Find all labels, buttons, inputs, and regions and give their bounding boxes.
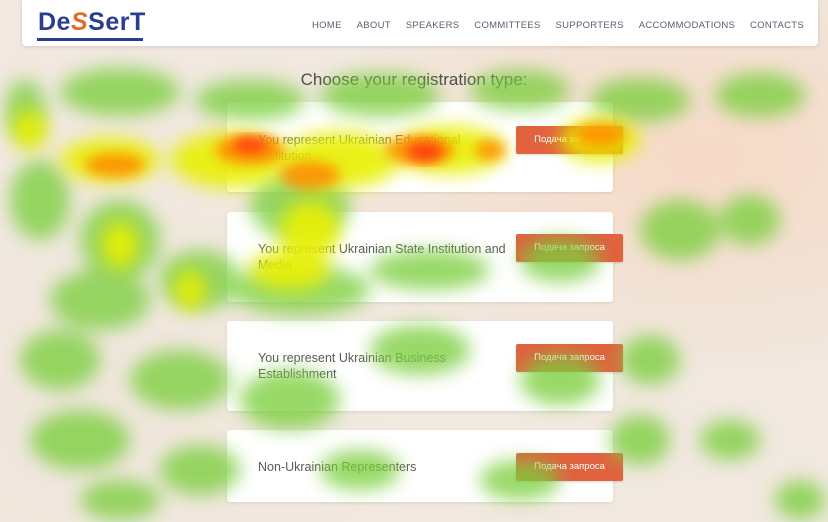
registration-card-business: You represent Ukrainian Business Establi…	[227, 321, 623, 411]
logo-underline	[37, 38, 143, 41]
logo-part-1: De	[38, 8, 71, 36]
page-heading: Choose your registration type:	[300, 70, 528, 89]
submit-request-button[interactable]: Подача запроса	[516, 453, 623, 481]
nav-speakers[interactable]: SPEAKERS	[406, 20, 460, 34]
nav-home[interactable]: HOME	[312, 20, 342, 34]
main-nav: HOME ABOUT SPEAKERS COMMITTEES SUPPORTER…	[312, 20, 804, 34]
registration-card-non-ukrainian: Non-Ukrainian Representers Подача запрос…	[227, 430, 623, 502]
card-label: You represent Ukrainian Educational Inst…	[258, 133, 461, 163]
nav-supporters[interactable]: SUPPORTERS	[556, 20, 624, 34]
registration-card-education: You represent Ukrainian Educational Inst…	[227, 102, 623, 192]
registration-card-state: You represent Ukrainian State Institutio…	[227, 212, 623, 302]
card-label: You represent Ukrainian Business Establi…	[258, 351, 446, 381]
card-label: Non-Ukrainian Representers	[258, 460, 417, 474]
nav-accommodations[interactable]: ACCOMMODATIONS	[639, 20, 735, 34]
nav-committees[interactable]: COMMITTEES	[474, 20, 540, 34]
site-header: DeSSerT HOME ABOUT SPEAKERS COMMITTEES S…	[22, 0, 818, 46]
logo-part-2: S	[70, 8, 89, 36]
nav-about[interactable]: ABOUT	[357, 20, 391, 34]
nav-contacts[interactable]: CONTACTS	[750, 20, 804, 34]
logo-part-3: SerT	[88, 8, 146, 36]
dessert-logo[interactable]: DeSSerT	[38, 6, 146, 38]
submit-request-button[interactable]: Подача запроса	[516, 234, 623, 262]
card-label: You represent Ukrainian State Institutio…	[258, 242, 506, 272]
submit-request-button[interactable]: Подача запроса	[516, 126, 623, 154]
submit-request-button[interactable]: Подача запроса	[516, 344, 623, 372]
